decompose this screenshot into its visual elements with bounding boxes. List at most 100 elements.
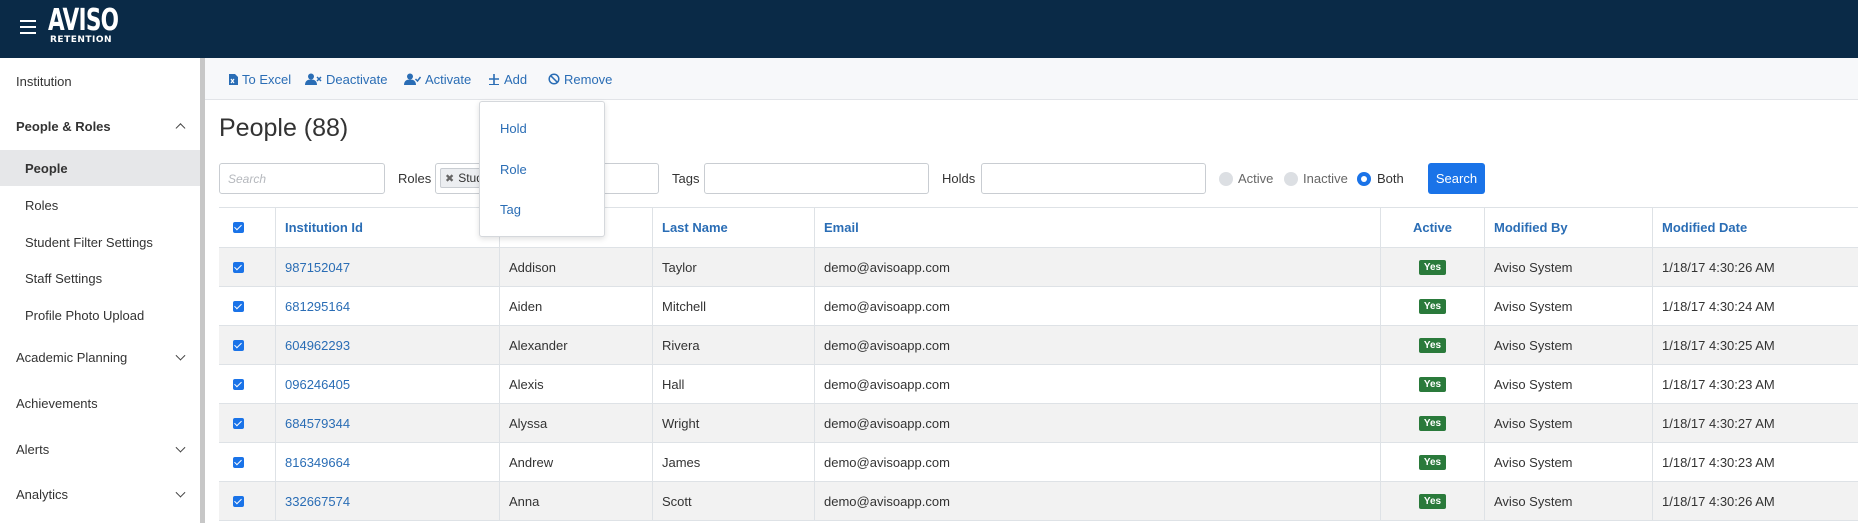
add-button[interactable]: Add	[488, 58, 527, 100]
activate-label: Activate	[425, 71, 472, 87]
cell-last-name: James	[652, 443, 814, 481]
active-badge: Yes	[1418, 298, 1447, 314]
cell-modified-by: Aviso System	[1484, 326, 1652, 364]
remove-button[interactable]: Remove	[548, 58, 612, 100]
sidebar-item-achievements[interactable]: Achievements	[0, 383, 200, 423]
sidebar-scrollbar[interactable]	[200, 58, 205, 523]
cell-institution-id-text[interactable]: 332667574	[285, 494, 350, 509]
cell-modified-date: 1/18/17 4:30:26 AM	[1652, 482, 1858, 520]
cell-active: Yes	[1380, 482, 1484, 520]
cell-first-name: Aiden	[499, 287, 652, 325]
cell-institution-id-text[interactable]: 987152047	[285, 260, 350, 275]
table-row[interactable]: 684579344 Alyssa Wright demo@avisoapp.com Ye…	[219, 404, 1858, 443]
cell-institution-id-text[interactable]: 096246405	[285, 377, 350, 392]
table-row[interactable]: 816349664 Andrew James demo@avisoapp.com Yes…	[219, 443, 1858, 482]
cell-email: demo@avisoapp.com	[814, 365, 1380, 403]
cell-modified-date-text: 1/18/17 4:30:26 AM	[1662, 493, 1775, 509]
menu-item-tag[interactable]: Tag	[500, 202, 521, 217]
cell-first-name: Alexis	[499, 365, 652, 403]
cell-modified-by-text: Aviso System	[1494, 259, 1573, 275]
deactivate-button[interactable]: Deactivate	[305, 58, 387, 100]
remove-chip-icon[interactable]: ✖	[445, 172, 454, 185]
page-title: People (88)	[219, 114, 349, 142]
chevron-down-icon	[175, 442, 186, 453]
sidebar: Institution People & Roles People Roles …	[0, 58, 200, 523]
sidebar-item-staff-settings[interactable]: Staff Settings	[0, 260, 200, 296]
cell-email: demo@avisoapp.com	[814, 287, 1380, 325]
cell-email-text: demo@avisoapp.com	[824, 454, 950, 470]
add-label: Add	[504, 71, 528, 87]
cell-email: demo@avisoapp.com	[814, 443, 1380, 481]
cell-modified-by: Aviso System	[1484, 404, 1652, 442]
cell-modified-date: 1/18/17 4:30:25 AM	[1652, 326, 1858, 364]
cell-email: demo@avisoapp.com	[814, 482, 1380, 520]
row-checkbox[interactable]	[233, 339, 244, 351]
cell-modified-by: Aviso System	[1484, 248, 1652, 286]
menu-item-role[interactable]: Role	[500, 162, 527, 177]
header-email[interactable]: Email	[814, 208, 1380, 247]
sidebar-item-alerts[interactable]: Alerts	[0, 429, 200, 469]
holds-input[interactable]	[981, 163, 1206, 194]
table-row[interactable]: 987152047 Addison Taylor demo@avisoapp.com Y…	[219, 248, 1858, 287]
header-modified-by[interactable]: Modified By	[1484, 208, 1652, 247]
row-checkbox[interactable]	[233, 378, 244, 390]
cell-last-name-text: Scott	[662, 493, 692, 509]
row-checkbox[interactable]	[233, 417, 244, 429]
people-table: Institution Id Last Name Email Active Mo…	[219, 207, 1858, 521]
sidebar-item-people-roles[interactable]: People & Roles	[0, 106, 200, 146]
cell-first-name: Andrew	[499, 443, 652, 481]
row-checkbox[interactable]	[233, 261, 244, 273]
cell-modified-date: 1/18/17 4:30:24 AM	[1652, 287, 1858, 325]
radio-both[interactable]	[1357, 172, 1371, 186]
toolbar: To Excel Deactivate Activate Add Remove	[205, 58, 1858, 100]
cell-institution-id-text[interactable]: 681295164	[285, 299, 350, 314]
cell-email: demo@avisoapp.com	[814, 404, 1380, 442]
search-button[interactable]: Search	[1428, 163, 1485, 194]
header-institution-id[interactable]: Institution Id	[275, 208, 499, 247]
radio-inactive[interactable]	[1284, 172, 1298, 186]
cell-institution-id-text[interactable]: 684579344	[285, 416, 350, 431]
cell-email-text: demo@avisoapp.com	[824, 415, 950, 431]
header-last-name[interactable]: Last Name	[652, 208, 814, 247]
row-checkbox[interactable]	[233, 456, 244, 468]
cell-modified-by: Aviso System	[1484, 443, 1652, 481]
cell-institution-id-text[interactable]: 604962293	[285, 338, 350, 353]
radio-inactive-label: Inactive	[1303, 171, 1348, 186]
cell-last-name: Wright	[652, 404, 814, 442]
row-select-cell	[219, 248, 275, 286]
table-row[interactable]: 332667574 Anna Scott demo@avisoapp.com Yes Av…	[219, 482, 1858, 521]
table-row[interactable]: 604962293 Alexander Rivera demo@avisoapp.co…	[219, 326, 1858, 365]
row-checkbox[interactable]	[233, 495, 244, 507]
cell-institution-id-text[interactable]: 816349664	[285, 455, 350, 470]
cell-email-text: demo@avisoapp.com	[824, 493, 950, 509]
table-row[interactable]: 096246405 Alexis Hall demo@avisoapp.com Yes A…	[219, 365, 1858, 404]
header-active[interactable]: Active	[1380, 208, 1484, 247]
menu-item-hold[interactable]: Hold	[500, 121, 527, 136]
sidebar-item-people[interactable]: People	[0, 150, 200, 186]
header-modified-date[interactable]: Modified Date	[1652, 208, 1858, 247]
radio-active[interactable]	[1219, 172, 1233, 186]
sidebar-item-student-filter-settings[interactable]: Student Filter Settings	[0, 224, 200, 260]
cell-email-text: demo@avisoapp.com	[824, 376, 950, 392]
tags-input[interactable]	[704, 163, 929, 194]
activate-button[interactable]: Activate	[404, 58, 471, 100]
cell-modified-date-text: 1/18/17 4:30:27 AM	[1662, 415, 1775, 431]
aviso-logo[interactable]: AVISO RETENTION	[48, 6, 146, 46]
cell-modified-by-text: Aviso System	[1494, 454, 1573, 470]
table-row[interactable]: 681295164 Aiden Mitchell demo@avisoapp.com Y…	[219, 287, 1858, 326]
cell-modified-by-text: Aviso System	[1494, 376, 1573, 392]
sidebar-item-institution[interactable]: Institution	[0, 61, 200, 101]
sidebar-item-analytics[interactable]: Analytics	[0, 474, 200, 514]
cell-modified-date-text: 1/18/17 4:30:25 AM	[1662, 337, 1775, 353]
search-input[interactable]	[219, 163, 385, 194]
active-badge: Yes	[1418, 259, 1447, 275]
to-excel-button[interactable]: To Excel	[229, 58, 291, 100]
cell-modified-date-text: 1/18/17 4:30:26 AM	[1662, 259, 1775, 275]
select-all-checkbox[interactable]	[233, 222, 244, 233]
row-checkbox[interactable]	[233, 300, 244, 312]
radio-active-label: Active	[1238, 171, 1274, 186]
sidebar-item-roles[interactable]: Roles	[0, 187, 200, 223]
hamburger-menu-icon[interactable]	[20, 20, 36, 34]
sidebar-item-profile-photo-upload[interactable]: Profile Photo Upload	[0, 297, 200, 333]
sidebar-item-academic-planning[interactable]: Academic Planning	[0, 337, 200, 377]
